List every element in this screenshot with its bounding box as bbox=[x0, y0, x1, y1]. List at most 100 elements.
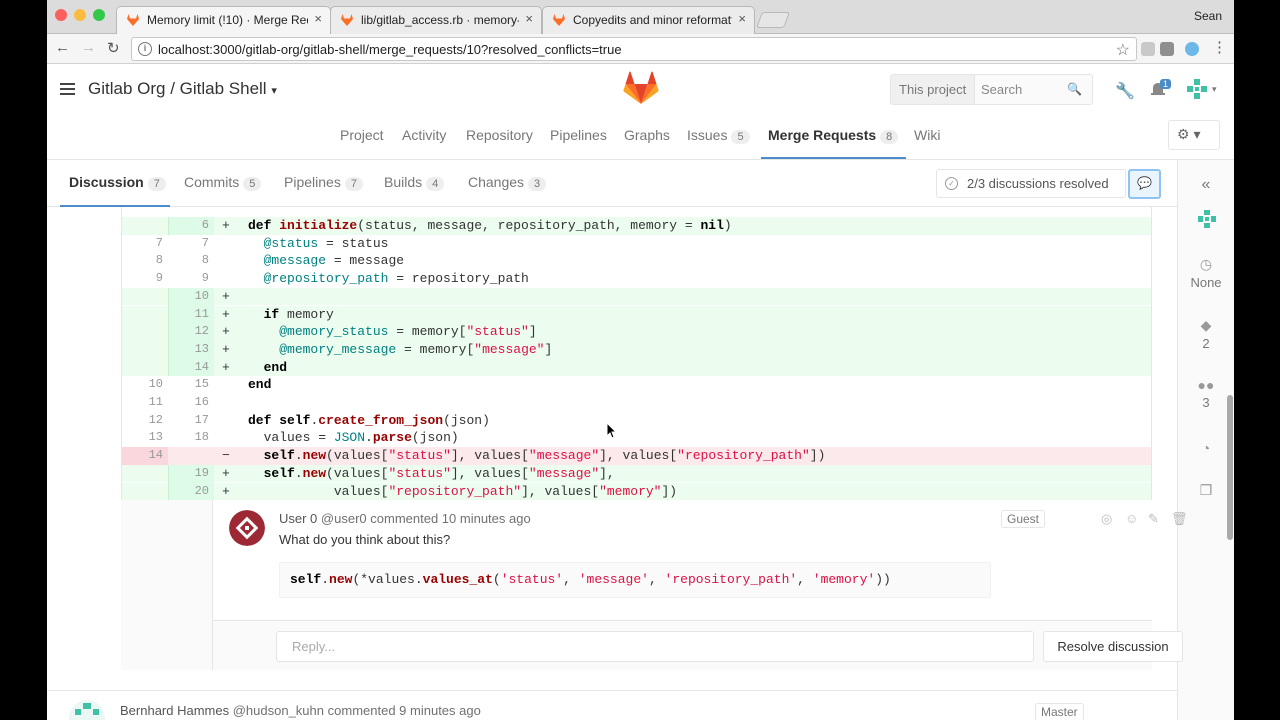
hamburger-menu-icon[interactable] bbox=[60, 83, 75, 95]
tab-changes-label[interactable]: Changes bbox=[468, 174, 524, 190]
tab-discussion[interactable]: Discussion 7 bbox=[69, 174, 166, 191]
wrench-icon[interactable]: 🔧 bbox=[1115, 81, 1135, 101]
tab-commits-label[interactable]: Commits bbox=[184, 174, 239, 190]
browser-tab-2[interactable]: lib/gitlab_access.rb · memory- × bbox=[330, 6, 542, 34]
new-line-number[interactable]: 9 bbox=[168, 270, 214, 288]
search-input[interactable]: Search bbox=[981, 82, 1022, 97]
new-line-number[interactable]: 13 bbox=[168, 340, 214, 359]
project-title[interactable]: Gitlab Org / Gitlab Shell ▾ bbox=[88, 79, 277, 99]
resolve-discussion-button[interactable]: Resolve discussion bbox=[1043, 631, 1183, 662]
new-line-number[interactable]: 11 bbox=[168, 305, 214, 324]
nav-issues-label[interactable]: Issues bbox=[687, 127, 727, 143]
forward-icon[interactable]: → bbox=[81, 39, 96, 56]
maximize-window-button[interactable] bbox=[93, 9, 105, 21]
back-icon[interactable]: ← bbox=[55, 39, 70, 56]
subscribe-item[interactable]: ◔ bbox=[1178, 440, 1234, 458]
new-line-number[interactable]: 17 bbox=[168, 412, 214, 430]
new-line-number[interactable]: 20 bbox=[168, 482, 214, 501]
extension-icon[interactable] bbox=[1160, 42, 1174, 56]
browser-tab-3[interactable]: Copyedits and minor reformatti × bbox=[542, 6, 755, 34]
reload-icon[interactable]: ↻ bbox=[107, 39, 120, 57]
tab-close-icon[interactable]: × bbox=[525, 11, 533, 26]
old-line-number[interactable]: 10 bbox=[122, 376, 168, 394]
new-line-number[interactable]: 16 bbox=[168, 394, 214, 412]
tab-builds-label[interactable]: Builds bbox=[384, 174, 422, 190]
old-line-number[interactable]: 7 bbox=[122, 235, 168, 253]
tab-close-icon[interactable]: × bbox=[738, 11, 746, 26]
old-line-number[interactable]: 12 bbox=[122, 412, 168, 430]
next-note-handle[interactable]: @hudson_kuhn bbox=[233, 703, 324, 718]
new-line-number[interactable]: 10 bbox=[168, 287, 214, 306]
nav-wiki[interactable]: Wiki bbox=[914, 127, 940, 143]
bookmark-star-icon[interactable]: ☆ bbox=[1116, 40, 1130, 60]
gitlab-logo-icon[interactable] bbox=[623, 71, 659, 105]
user-avatar-icon[interactable] bbox=[69, 700, 105, 720]
extension-icon[interactable] bbox=[1185, 42, 1199, 56]
discussion-thread: User 0 @user0 commented 10 minutes ago G… bbox=[121, 500, 1188, 670]
minimize-window-button[interactable] bbox=[74, 9, 86, 21]
milestone-item[interactable]: ◷ None bbox=[1178, 256, 1234, 290]
profile-name[interactable]: Sean bbox=[1194, 9, 1222, 23]
tab-builds[interactable]: Builds 4 bbox=[384, 174, 445, 191]
address-bar[interactable]: i localhost:3000/gitlab-org/gitlab-shell… bbox=[131, 37, 1137, 61]
labels-item[interactable]: ◆ 2 bbox=[1178, 317, 1234, 351]
project-title-text[interactable]: Gitlab Org / Gitlab Shell bbox=[88, 79, 267, 98]
new-line-number[interactable]: 19 bbox=[168, 464, 214, 483]
user-avatar-icon[interactable] bbox=[1185, 77, 1209, 101]
old-line-number[interactable]: 11 bbox=[122, 394, 168, 412]
search-scope[interactable]: This project bbox=[891, 75, 976, 104]
nav-project[interactable]: Project bbox=[340, 127, 384, 143]
search-box[interactable]: This project Search 🔍 bbox=[890, 74, 1093, 105]
browser-menu-icon[interactable]: ⋮ bbox=[1212, 38, 1227, 56]
old-line-number[interactable]: 9 bbox=[122, 270, 168, 288]
chevron-down-icon[interactable]: ▾ bbox=[1212, 84, 1217, 95]
new-line-number[interactable]: 6 bbox=[168, 217, 214, 235]
assignee-avatar-icon[interactable] bbox=[1197, 209, 1217, 229]
tab-close-icon[interactable]: × bbox=[314, 11, 322, 26]
old-line-number[interactable]: 8 bbox=[122, 252, 168, 270]
info-icon[interactable]: i bbox=[138, 42, 152, 56]
tab-pipelines-label[interactable]: Pipelines bbox=[284, 174, 341, 190]
page-scrollbar[interactable] bbox=[1227, 395, 1233, 540]
tab-discussion-label[interactable]: Discussion bbox=[69, 174, 144, 190]
new-line-number[interactable]: 8 bbox=[168, 252, 214, 270]
extension-icon[interactable] bbox=[1141, 42, 1155, 56]
project-settings-button[interactable]: ⚙ ▾ bbox=[1168, 120, 1220, 150]
url-text[interactable]: localhost:3000/gitlab-org/gitlab-shell/m… bbox=[158, 42, 622, 57]
new-line-number[interactable]: 14 bbox=[168, 358, 214, 377]
delete-trash-icon[interactable]: 🗑 bbox=[1171, 511, 1188, 527]
tab-commits[interactable]: Commits 5 bbox=[184, 174, 262, 191]
copy-reference-item[interactable]: ❐ bbox=[1178, 482, 1234, 501]
next-note-author[interactable]: Bernhard Hammes bbox=[120, 703, 229, 718]
old-line-number[interactable]: 13 bbox=[122, 429, 168, 447]
note-author[interactable]: User 0 bbox=[279, 511, 317, 526]
collapse-sidebar-icon[interactable]: « bbox=[1178, 176, 1234, 194]
nav-activity[interactable]: Activity bbox=[402, 127, 446, 143]
chevron-down-icon[interactable]: ▾ bbox=[271, 85, 277, 97]
browser-tab-1[interactable]: Memory limit (!10) · Merge Requ × bbox=[116, 6, 331, 34]
nav-merge-requests-label[interactable]: Merge Requests bbox=[768, 127, 876, 143]
nav-merge-requests[interactable]: Merge Requests 8 bbox=[768, 127, 899, 144]
edit-pencil-icon[interactable]: ✎ bbox=[1148, 511, 1159, 527]
new-line-number[interactable]: 7 bbox=[168, 235, 214, 253]
new-tab-button[interactable] bbox=[756, 12, 790, 28]
participants-item[interactable]: ●● 3 bbox=[1178, 377, 1234, 410]
reply-input[interactable]: Reply... bbox=[276, 631, 1034, 662]
tab-changes[interactable]: Changes 3 bbox=[468, 174, 547, 191]
nav-repository[interactable]: Repository bbox=[466, 127, 533, 143]
nav-issues[interactable]: Issues 5 bbox=[687, 127, 750, 144]
new-line-number[interactable]: 15 bbox=[168, 376, 214, 394]
resolve-check-icon[interactable]: ◎ bbox=[1101, 511, 1112, 527]
old-line-number[interactable]: 14 bbox=[122, 447, 168, 465]
todos-bell-icon[interactable]: 1 bbox=[1150, 79, 1172, 97]
nav-graphs[interactable]: Graphs bbox=[624, 127, 670, 143]
tab-pipelines[interactable]: Pipelines 7 bbox=[284, 174, 363, 191]
new-line-number[interactable]: 12 bbox=[168, 323, 214, 341]
note-handle[interactable]: @user0 bbox=[321, 511, 367, 526]
close-window-button[interactable] bbox=[55, 9, 67, 21]
jump-to-unresolved-button[interactable]: 💬 bbox=[1128, 169, 1161, 199]
user-avatar-icon[interactable] bbox=[229, 510, 265, 546]
emoji-icon[interactable]: ☺ bbox=[1125, 511, 1138, 526]
nav-pipelines[interactable]: Pipelines bbox=[550, 127, 607, 143]
new-line-number[interactable]: 18 bbox=[168, 429, 214, 447]
